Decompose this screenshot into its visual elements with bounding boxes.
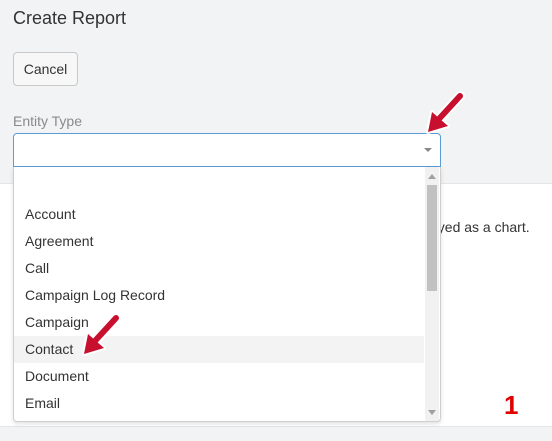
annotation-arrow-icon: [426, 91, 465, 134]
dropdown-item-account[interactable]: Account: [14, 201, 424, 228]
dropdown-item-contact[interactable]: Contact: [14, 336, 424, 363]
scroll-up-icon[interactable]: [428, 174, 436, 179]
background-panel-text: ayed as a chart.: [430, 219, 530, 235]
dropdown-item-empty[interactable]: [14, 174, 424, 201]
dropdown-item-campaign[interactable]: Campaign: [14, 309, 424, 336]
entity-type-dropdown[interactable]: Account Agreement Call Campaign Log Reco…: [13, 167, 441, 422]
caret-down-icon: [424, 148, 432, 152]
entity-type-select[interactable]: [13, 133, 441, 167]
dropdown-item-document[interactable]: Document: [14, 363, 424, 390]
scroll-thumb[interactable]: [427, 185, 437, 291]
dropdown-item-call[interactable]: Call: [14, 255, 424, 282]
entity-type-label: Entity Type: [13, 113, 83, 129]
step-number-badge: 1: [504, 390, 519, 420]
annotation-arrow-icon: [82, 313, 121, 356]
dropdown-item-agreement[interactable]: Agreement: [14, 228, 424, 255]
scroll-down-icon[interactable]: [428, 410, 436, 415]
cancel-button[interactable]: Cancel: [13, 52, 78, 86]
dropdown-scrollbar[interactable]: [425, 167, 439, 421]
dropdown-item-email[interactable]: Email: [14, 390, 424, 417]
page-title: Create Report: [13, 8, 127, 28]
dropdown-item-campaign-log-record[interactable]: Campaign Log Record: [14, 282, 424, 309]
